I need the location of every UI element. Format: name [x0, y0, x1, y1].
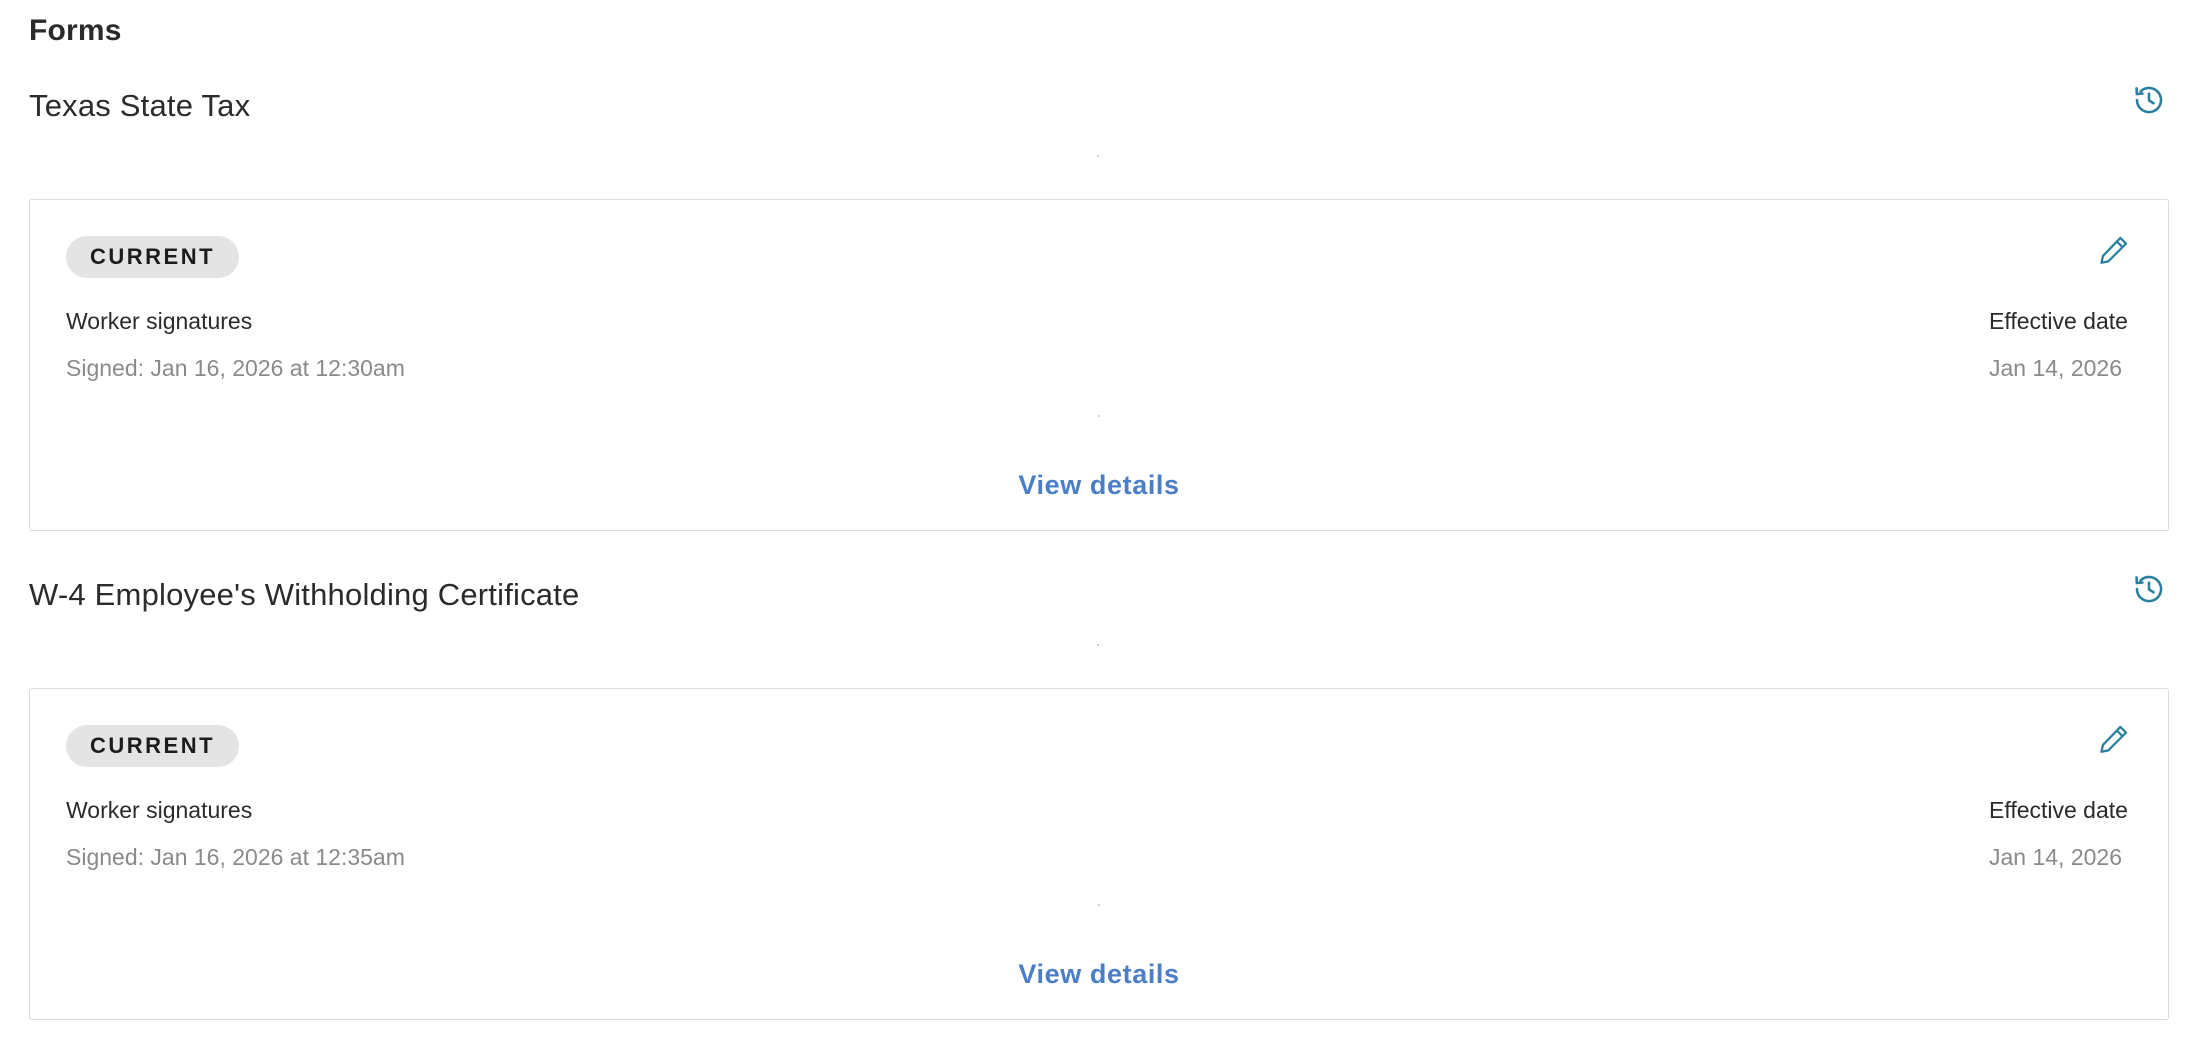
divider-dot — [1097, 155, 1099, 157]
edit-button[interactable] — [2094, 719, 2134, 759]
status-badge: CURRENT — [66, 236, 240, 278]
page-title: Forms — [29, 14, 122, 47]
form-section-texas-state-tax: Texas State Tax CURRENT Worker signature… — [29, 86, 2169, 531]
divider-dot — [1098, 904, 1100, 906]
history-button[interactable] — [2129, 80, 2169, 120]
view-details-link[interactable]: View details — [30, 959, 2168, 990]
divider-dot — [1097, 644, 1099, 646]
effective-date-label: Effective date — [1989, 308, 2128, 334]
form-title: Texas State Tax — [29, 88, 251, 123]
form-title: W-4 Employee's Withholding Certificate — [29, 577, 580, 612]
effective-date-label: Effective date — [1989, 797, 2128, 823]
form-section-header: Texas State Tax — [29, 86, 2169, 168]
signed-value: Signed: Jan 16, 2026 at 12:35am — [66, 844, 405, 870]
worker-signatures-label: Worker signatures — [66, 308, 253, 334]
history-icon — [2135, 86, 2163, 114]
view-details-link[interactable]: View details — [30, 470, 2168, 501]
form-section-w4: W-4 Employee's Withholding Certificate C… — [29, 575, 2169, 1020]
status-badge: CURRENT — [66, 725, 240, 767]
worker-signatures-label: Worker signatures — [66, 797, 253, 823]
pencil-icon — [2100, 236, 2128, 264]
forms-page: Forms Texas State Tax CURRENT Worker sig… — [0, 0, 2194, 1047]
form-card: CURRENT Worker signatures Signed: Jan 16… — [29, 199, 2169, 531]
edit-button[interactable] — [2094, 230, 2134, 270]
effective-date-value: Jan 14, 2026 — [1989, 844, 2123, 870]
form-section-header: W-4 Employee's Withholding Certificate — [29, 575, 2169, 657]
pencil-icon — [2100, 725, 2128, 753]
history-button[interactable] — [2129, 569, 2169, 609]
form-card: CURRENT Worker signatures Signed: Jan 16… — [29, 688, 2169, 1020]
signed-value: Signed: Jan 16, 2026 at 12:30am — [66, 355, 405, 381]
effective-date-value: Jan 14, 2026 — [1989, 355, 2123, 381]
history-icon — [2135, 575, 2163, 603]
divider-dot — [1098, 415, 1100, 417]
